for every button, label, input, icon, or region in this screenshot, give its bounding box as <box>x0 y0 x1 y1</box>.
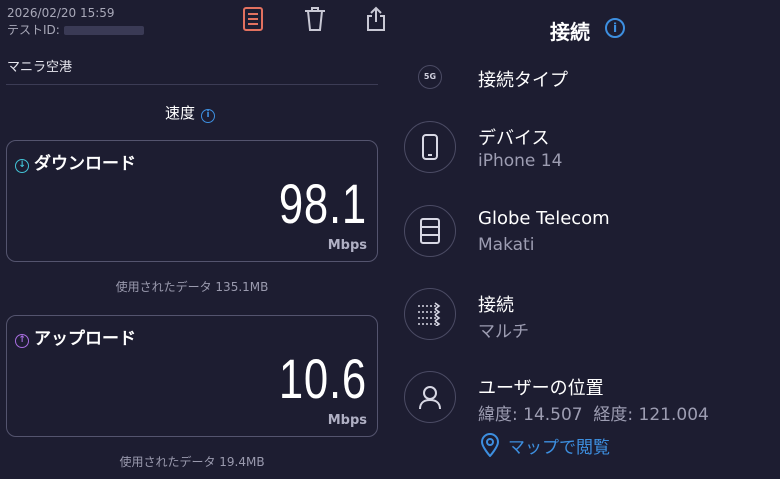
provider-city: Makati <box>478 235 535 255</box>
multi-connection-icon <box>404 288 456 340</box>
download-header: ↓ ダウンロード <box>15 149 136 174</box>
connection-panel: 接続 i 5G 接続タイプ デバイス iPhone 14 Globe Telec… <box>390 0 780 479</box>
download-label: ダウンロード <box>34 154 136 174</box>
test-id-label: テストID: <box>7 23 60 37</box>
view-on-map-link[interactable]: マップで閲覧 <box>480 433 610 458</box>
user-coordinates: 緯度: 14.507 経度: 121.004 <box>478 405 709 425</box>
upload-unit: Mbps <box>327 413 367 428</box>
divider <box>6 84 378 85</box>
download-data-used: 使用されたデータ 135.1MB <box>115 280 269 294</box>
share-icon[interactable] <box>364 6 388 32</box>
map-link-label: マップで閲覧 <box>508 438 610 458</box>
download-card: ↓ ダウンロード 98.1 Mbps <box>6 140 378 262</box>
info-icon[interactable]: i <box>201 109 215 123</box>
download-speed-value: 98.1 <box>278 172 367 235</box>
server-icon <box>404 205 456 257</box>
device-value: iPhone 14 <box>478 151 563 171</box>
upload-speed-value: 10.6 <box>278 347 367 410</box>
upload-card: ↑ アップロード 10.6 Mbps <box>6 315 378 437</box>
upload-header: ↑ アップロード <box>15 324 136 349</box>
map-pin-icon <box>480 433 500 458</box>
download-arrow-icon: ↓ <box>15 159 29 173</box>
trash-icon[interactable] <box>303 6 327 32</box>
connection-type-label: 接続タイプ <box>478 70 568 91</box>
test-datetime: 2026/02/20 15:59 <box>7 6 115 20</box>
connection-value: マルチ <box>478 322 529 342</box>
device-label: デバイス <box>478 128 550 149</box>
upload-data-used: 使用されたデータ 19.4MB <box>119 455 265 469</box>
list-icon[interactable] <box>241 6 265 32</box>
user-location-label: ユーザーの位置 <box>478 378 604 399</box>
upload-arrow-icon: ↑ <box>15 334 29 348</box>
speed-section-title: 速度 i <box>0 102 380 123</box>
5g-icon-text: 5G <box>423 72 437 81</box>
result-panel: 2026/02/20 15:59 テストID: マニラ空港 速度 i ↓ ダウンロー… <box>0 0 390 479</box>
test-id: テストID: <box>7 21 144 38</box>
connection-label: 接続 <box>478 295 514 316</box>
provider-label: Globe Telecom <box>478 208 610 229</box>
user-icon <box>404 371 456 423</box>
phone-icon <box>404 121 456 173</box>
test-location: マニラ空港 <box>7 60 73 75</box>
connection-title: 接続 <box>550 20 590 44</box>
5g-icon: 5G <box>418 65 442 89</box>
upload-label: アップロード <box>34 329 136 349</box>
info-icon[interactable]: i <box>605 18 625 38</box>
download-unit: Mbps <box>327 238 367 253</box>
test-id-redacted <box>63 26 144 35</box>
speed-title-label: 速度 <box>164 104 195 122</box>
